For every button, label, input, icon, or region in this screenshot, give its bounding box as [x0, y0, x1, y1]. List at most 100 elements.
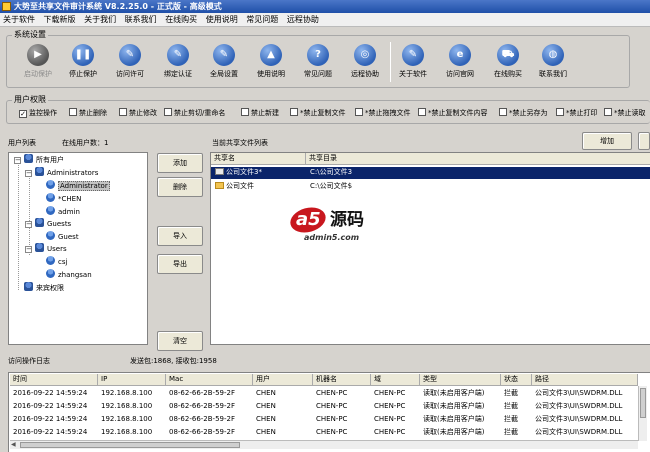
column-header-domain[interactable]: 域 — [371, 374, 420, 386]
add-share-button[interactable]: 增加 — [582, 132, 632, 150]
checkbox-icon — [69, 108, 77, 116]
menu-item-buy-online[interactable]: 在线购买 — [162, 13, 200, 26]
contact-us-button[interactable]: ◍ 联系我们 — [527, 44, 579, 84]
tree-node-all-users[interactable]: 所有用户 — [24, 154, 64, 166]
column-header-time[interactable]: 时间 — [10, 374, 98, 386]
log-row[interactable]: 2016-09-22 14:59:24 192.168.8.100 08-62-… — [10, 401, 638, 413]
bind-auth-label: 绑定认证 — [164, 70, 192, 78]
collapse-toggle-icon[interactable]: − — [25, 246, 32, 253]
stop-protect-button[interactable]: ❚❚ 停止保护 — [57, 44, 109, 84]
menu-item-remote-assist[interactable]: 远程协助 — [284, 13, 322, 26]
about-software-button[interactable]: ✎ 关于软件 — [387, 44, 439, 84]
column-header-mac[interactable]: Mac — [166, 374, 253, 386]
collapse-toggle-icon[interactable]: − — [25, 221, 32, 228]
collapse-toggle-icon[interactable]: − — [25, 170, 32, 177]
shared-files-table[interactable]: 共享名 共享目录 公司文件3* C:\公司文件3 公司文件 C:\公司文件$ — [210, 152, 650, 345]
share-name-cell[interactable]: 公司文件 — [215, 181, 254, 192]
vertical-scroll-thumb[interactable] — [640, 388, 646, 418]
perm-no-delete[interactable]: 禁止删除 — [69, 108, 107, 119]
share-options-button[interactable] — [638, 132, 650, 150]
clear-button[interactable]: 清空 — [157, 331, 203, 351]
user-group-icon — [35, 167, 44, 176]
user-tree[interactable]: − 所有用户 − Administrators Administrator *C… — [8, 152, 148, 345]
tree-node-guest-permissions[interactable]: 来宾权限 — [24, 282, 64, 294]
menu-bar: 关于软件 下载新版 关于我们 联系我们 在线购买 使用说明 常见问题 远程协助 — [0, 13, 650, 27]
column-header-user[interactable]: 用户 — [253, 374, 313, 386]
log-row[interactable]: 2016-09-22 14:59:24 192.168.8.100 08-62-… — [10, 414, 638, 426]
perm-no-drag-file[interactable]: *禁止拖拽文件 — [355, 108, 411, 119]
user-group-icon — [35, 243, 44, 252]
column-header-share-name[interactable]: 共享名 — [211, 153, 306, 165]
menu-item-faq[interactable]: 常见问题 — [243, 13, 281, 26]
perm-no-copy-file-label: *禁止复制文件 — [300, 109, 346, 117]
tree-node-administrators[interactable]: Administrators — [35, 167, 98, 179]
tree-node-guest[interactable]: Guest — [46, 231, 79, 243]
column-header-share-path[interactable]: 共享目录 — [306, 153, 650, 165]
tree-node-users[interactable]: Users — [35, 243, 67, 255]
export-button[interactable]: 导出 — [157, 254, 203, 274]
checkbox-icon — [164, 108, 172, 116]
global-settings-button[interactable]: ✎ 全局设置 — [198, 44, 250, 84]
tree-node-administrator[interactable]: Administrator — [46, 180, 110, 192]
access-permission-button[interactable]: ✎ 访问许可 — [104, 44, 156, 84]
tree-node-guests[interactable]: Guests — [35, 218, 71, 230]
pause-icon: ❚❚ — [72, 44, 94, 66]
perm-no-print-label: *禁止打印 — [566, 109, 598, 117]
horizontal-scroll-thumb[interactable] — [20, 442, 240, 448]
checkbox-icon — [355, 108, 363, 116]
perm-no-cut-rename[interactable]: 禁止剪切/重命名 — [164, 108, 225, 119]
faq-button[interactable]: ? 常见问题 — [292, 44, 344, 84]
remote-assist-button[interactable]: ◎ 远程协助 — [339, 44, 391, 84]
perm-no-create[interactable]: 禁止新建 — [241, 108, 279, 119]
delete-user-button[interactable]: 删除 — [157, 177, 203, 197]
tree-node-label: Users — [47, 245, 67, 253]
tree-line — [18, 162, 19, 290]
user-group-icon — [24, 154, 33, 163]
title-bar[interactable]: 大势至共享文件审计系统 V8.2.25.0 - 正式版 - 高级模式 — [0, 0, 650, 13]
perm-no-save-as[interactable]: *禁止另存为 — [499, 108, 548, 119]
user-icon — [46, 206, 55, 215]
perm-no-print[interactable]: *禁止打印 — [556, 108, 598, 119]
menu-item-download[interactable]: 下载新版 — [41, 13, 79, 26]
perm-no-copy-content[interactable]: *禁止复制文件内容 — [418, 108, 488, 119]
scroll-left-icon[interactable]: ◀ — [11, 442, 18, 448]
column-header-path[interactable]: 路径 — [532, 374, 638, 386]
official-site-label: 访问官网 — [446, 70, 474, 78]
column-header-machine[interactable]: 机器名 — [313, 374, 371, 386]
add-user-button[interactable]: 添加 — [157, 153, 203, 173]
perm-no-read[interactable]: *禁止读取 — [604, 108, 650, 119]
log-row[interactable]: 2016-09-22 14:59:24 192.168.8.100 08-62-… — [10, 427, 638, 439]
bind-auth-button[interactable]: ✎ 绑定认证 — [152, 44, 204, 84]
official-site-button[interactable]: e 访问官网 — [434, 44, 486, 84]
horizontal-scrollbar[interactable]: ◀ — [10, 440, 638, 449]
perm-no-read-label: *禁止读取 — [614, 109, 646, 117]
tree-node-csj[interactable]: csj — [46, 256, 67, 268]
perm-no-copy-file[interactable]: *禁止复制文件 — [290, 108, 346, 119]
menu-item-about-software[interactable]: 关于软件 — [0, 13, 38, 26]
import-button[interactable]: 导入 — [157, 226, 203, 246]
global-settings-label: 全局设置 — [210, 70, 238, 78]
log-path: 公司文件3\UI\SWDRM.DLL — [535, 428, 623, 436]
collapse-toggle-icon[interactable]: − — [14, 157, 21, 164]
checkbox-icon — [119, 108, 127, 116]
perm-monitor[interactable]: ✓ 监控操作 — [19, 108, 57, 119]
column-header-ip[interactable]: IP — [98, 374, 166, 386]
share-name-text: 公司文件 — [226, 182, 254, 190]
user-list-label: 用户列表 — [8, 139, 36, 147]
checkbox-icon — [499, 108, 507, 116]
tree-node-chen[interactable]: *CHEN — [46, 193, 81, 205]
table-row-selected[interactable] — [211, 167, 650, 179]
vertical-scrollbar[interactable] — [638, 386, 647, 441]
column-header-type[interactable]: 类型 — [420, 374, 501, 386]
column-header-status[interactable]: 状态 — [501, 374, 532, 386]
menu-item-contact[interactable]: 联系我们 — [122, 13, 160, 26]
log-path: 公司文件3\UI\SWDRM.DLL — [535, 402, 623, 410]
online-users-count: 在线用户数：1 — [62, 139, 109, 147]
perm-no-modify[interactable]: 禁止修改 — [119, 108, 157, 119]
tree-node-zhangsan[interactable]: zhangsan — [46, 269, 92, 281]
menu-item-about-us[interactable]: 关于我们 — [81, 13, 119, 26]
manual-button[interactable]: ▲ 使用说明 — [245, 44, 297, 84]
log-row[interactable]: 2016-09-22 14:59:24 192.168.8.100 08-62-… — [10, 388, 638, 400]
menu-item-manual[interactable]: 使用说明 — [203, 13, 241, 26]
tree-node-admin[interactable]: admin — [46, 206, 80, 218]
